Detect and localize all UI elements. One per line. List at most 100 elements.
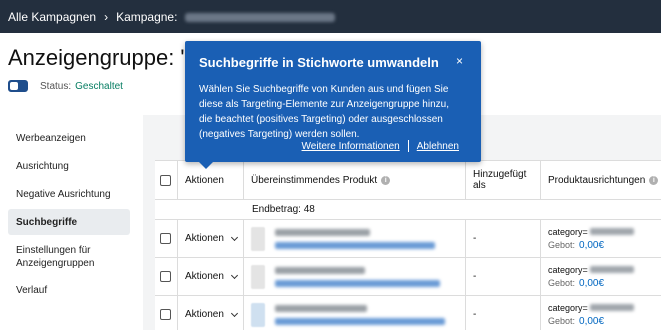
- product-asin-redacted: [275, 304, 367, 312]
- status-row: Status: Geschaltet: [8, 80, 123, 92]
- row-checkbox[interactable]: [160, 271, 171, 282]
- targeting-category: category=: [548, 227, 634, 237]
- actions-label: Aktionen: [185, 271, 224, 282]
- breadcrumb-chevron-icon: ›: [104, 9, 109, 24]
- bid-line: Gebot: 0,00€: [548, 240, 634, 251]
- row-checkbox[interactable]: [160, 233, 171, 244]
- total-row: Endbetrag: 48: [155, 200, 661, 220]
- product-asin-redacted: [275, 228, 370, 236]
- product-info-redacted: [275, 264, 440, 290]
- sidebar: Werbeanzeigen Ausrichtung Negative Ausri…: [8, 125, 130, 303]
- row-product-cell: [244, 296, 466, 330]
- popover-title: Suchbegriffe in Stichworte umwandeln: [199, 55, 439, 70]
- status-toggle[interactable]: [8, 80, 28, 92]
- row-product-cell: [244, 258, 466, 295]
- sidebar-item-adgroup-settings[interactable]: Einstellungen für Anzeigengruppen: [8, 237, 130, 277]
- bid-label: Gebot:: [548, 239, 576, 250]
- row-added-as-cell: -: [466, 296, 541, 330]
- header-added-as: Hinzugefügt als: [466, 161, 541, 199]
- actions-label: Aktionen: [185, 233, 224, 244]
- product-title-redacted[interactable]: [275, 241, 435, 249]
- category-value-redacted: [589, 228, 634, 235]
- product-title-redacted[interactable]: [275, 279, 440, 287]
- sidebar-item-ads[interactable]: Werbeanzeigen: [8, 125, 130, 151]
- popover-body: Wählen Sie Suchbegriffe von Kunden aus u…: [199, 84, 449, 140]
- row-targeting-cell: category= Gebot: 0,00€: [541, 258, 661, 295]
- row-select-cell: [155, 258, 178, 295]
- added-as-value: -: [473, 271, 477, 282]
- header-product-targeting-label: Produktausrichtungen: [548, 174, 646, 186]
- top-navigation-bar: Alle Kampagnen › Kampagne:: [0, 0, 661, 33]
- info-icon[interactable]: i: [381, 175, 391, 185]
- added-as-value: -: [473, 309, 477, 320]
- chevron-down-icon: [230, 233, 238, 241]
- category-prefix: category=: [548, 302, 588, 313]
- breadcrumb-all-campaigns[interactable]: Alle Kampagnen: [8, 10, 96, 24]
- chevron-down-icon: [230, 309, 238, 317]
- breadcrumb-campaign-label: Kampagne:: [116, 9, 178, 24]
- info-icon[interactable]: i: [649, 175, 659, 185]
- sidebar-item-negative-targeting[interactable]: Negative Ausrichtung: [8, 181, 130, 207]
- breadcrumb-campaign[interactable]: Kampagne:: [116, 10, 335, 24]
- category-value-redacted: [589, 304, 634, 311]
- search-terms-table: Aktionen Übereinstimmendes Produkt i Hin…: [155, 160, 661, 330]
- row-targeting-cell: category= Gebot: 0,00€: [541, 296, 661, 330]
- campaign-name-redacted: [184, 12, 335, 22]
- category-prefix: category=: [548, 226, 588, 237]
- category-prefix: category=: [548, 264, 588, 275]
- row-targeting-cell: category= Gebot: 0,00€: [541, 220, 661, 257]
- product-thumbnail: [251, 302, 265, 327]
- product-thumbnail: [251, 264, 265, 289]
- close-icon[interactable]: ×: [456, 54, 463, 68]
- product-info-redacted: [275, 302, 445, 328]
- header-matched-product: Übereinstimmendes Produkt i: [244, 161, 466, 199]
- actions-dropdown[interactable]: Aktionen: [185, 309, 238, 320]
- actions-label: Aktionen: [185, 309, 224, 320]
- row-actions-cell: Aktionen: [178, 296, 244, 330]
- targeting-info: category= Gebot: 0,00€: [548, 265, 634, 289]
- select-all-checkbox[interactable]: [160, 174, 171, 186]
- product-title-redacted[interactable]: [275, 317, 445, 325]
- bid-label: Gebot:: [548, 277, 576, 288]
- sidebar-item-search-terms[interactable]: Suchbegriffe: [8, 209, 130, 235]
- header-product-targeting: Produktausrichtungen i: [541, 161, 661, 199]
- status-label: Status:: [40, 80, 72, 92]
- product-info-redacted: [275, 226, 435, 252]
- row-checkbox[interactable]: [160, 309, 171, 320]
- row-select-cell: [155, 296, 178, 330]
- decline-link[interactable]: Ablehnen: [417, 141, 459, 152]
- actions-dropdown[interactable]: Aktionen: [185, 233, 238, 244]
- sidebar-item-history[interactable]: Verlauf: [8, 277, 130, 303]
- bid-line: Gebot: 0,00€: [548, 278, 634, 289]
- bid-label: Gebot:: [548, 315, 576, 326]
- bid-value[interactable]: 0,00€: [579, 278, 604, 289]
- row-added-as-cell: -: [466, 220, 541, 257]
- product-thumbnail: [251, 226, 265, 251]
- row-added-as-cell: -: [466, 258, 541, 295]
- page-title: Anzeigengruppe: ": [8, 45, 189, 70]
- status-value: Geschaltet: [75, 80, 123, 92]
- row-select-cell: [155, 220, 178, 257]
- onboarding-popover: Suchbegriffe in Stichworte umwandeln × W…: [185, 41, 481, 169]
- row-actions-cell: Aktionen: [178, 258, 244, 295]
- bid-line: Gebot: 0,00€: [548, 316, 634, 327]
- product-asin-redacted: [275, 266, 365, 274]
- table-row: Aktionen - category= Gebot: 0,00€: [155, 220, 661, 258]
- table-row: Aktionen - category= Gebot: 0,00€: [155, 296, 661, 330]
- row-product-cell: [244, 220, 466, 257]
- table-header-row: Aktionen Übereinstimmendes Produkt i Hin…: [155, 161, 661, 200]
- link-divider: [407, 140, 409, 152]
- table-row: Aktionen - category= Gebot: 0,00€: [155, 258, 661, 296]
- popover-actions: Weitere Informationen Ablehnen: [302, 140, 459, 152]
- category-value-redacted: [589, 266, 634, 273]
- sidebar-item-targeting[interactable]: Ausrichtung: [8, 153, 130, 179]
- bid-value[interactable]: 0,00€: [579, 316, 604, 327]
- row-actions-cell: Aktionen: [178, 220, 244, 257]
- header-matched-product-label: Übereinstimmendes Produkt: [251, 174, 378, 186]
- actions-dropdown[interactable]: Aktionen: [185, 271, 238, 282]
- targeting-category: category=: [548, 303, 634, 313]
- targeting-category: category=: [548, 265, 634, 275]
- more-info-link[interactable]: Weitere Informationen: [302, 141, 400, 152]
- header-select-cell: [155, 161, 178, 199]
- bid-value[interactable]: 0,00€: [579, 240, 604, 251]
